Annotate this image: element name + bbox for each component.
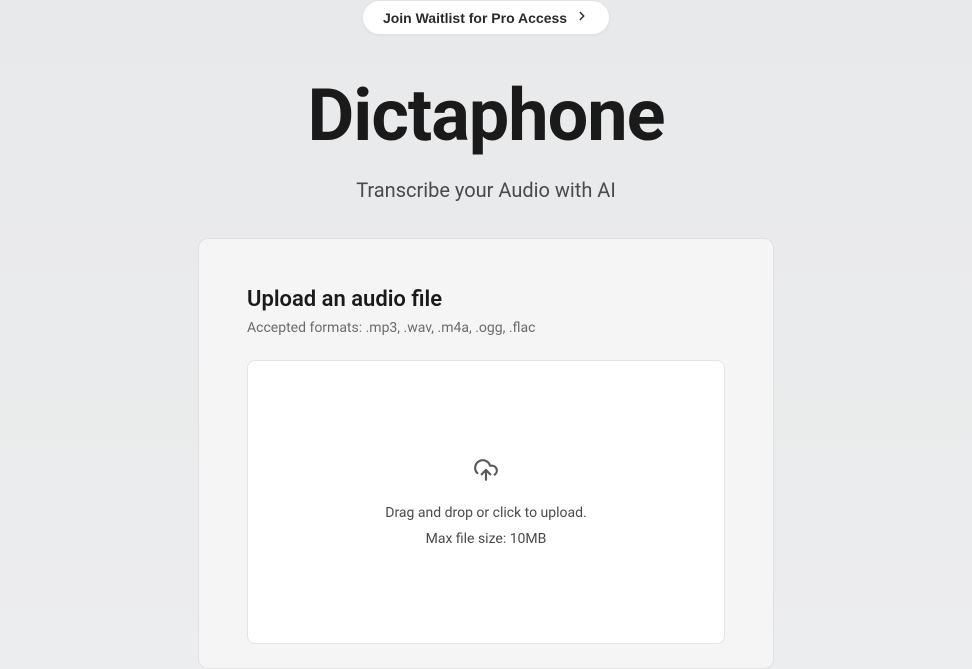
page-container: Join Waitlist for Pro Access Dictaphone … bbox=[0, 0, 972, 669]
page-subtitle: Transcribe your Audio with AI bbox=[356, 178, 616, 202]
chevron-right-icon bbox=[575, 9, 589, 26]
waitlist-button[interactable]: Join Waitlist for Pro Access bbox=[362, 0, 610, 35]
dropzone-instruction: Drag and drop or click to upload. bbox=[385, 505, 586, 521]
upload-card: Upload an audio file Accepted formats: .… bbox=[198, 238, 774, 669]
dropzone-max-size: Max file size: 10MB bbox=[426, 531, 547, 547]
page-title: Dictaphone bbox=[308, 73, 665, 158]
cloud-upload-icon bbox=[473, 457, 499, 505]
upload-dropzone[interactable]: Drag and drop or click to upload. Max fi… bbox=[247, 360, 725, 644]
waitlist-button-label: Join Waitlist for Pro Access bbox=[383, 10, 567, 26]
upload-accepted-formats: Accepted formats: .mp3, .wav, .m4a, .ogg… bbox=[247, 320, 725, 336]
upload-card-title: Upload an audio file bbox=[247, 287, 725, 312]
